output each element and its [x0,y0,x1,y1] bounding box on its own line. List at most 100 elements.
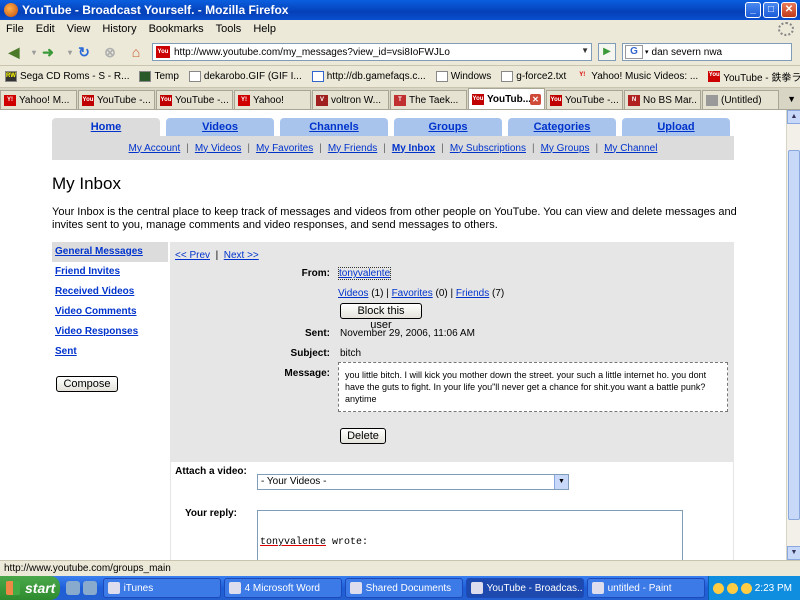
url-bar[interactable]: You http://www.youtube.com/my_messages?v… [152,43,592,61]
stop-icon[interactable]: ⊗ [100,42,120,62]
from-user-link[interactable]: tonyvalente [338,267,392,280]
subject-value: bitch [340,348,362,359]
prev-link[interactable]: << Prev [175,250,210,261]
your-videos-select[interactable]: - Your Videos - ▼ [257,474,569,490]
tab-categories[interactable]: Categories [508,118,616,136]
bookmark-item[interactable]: Y! Yahoo! Music Videos: ... [571,71,703,82]
browser-tab[interactable]: You YouTub... ✕ [468,88,545,109]
friends-link[interactable]: Friends [456,288,489,299]
sub-nav-my-groups[interactable]: My Groups [535,143,596,154]
taskbar-task[interactable]: iTunes [102,578,221,598]
browser-tab[interactable]: Y! Yahoo! M... [0,90,77,109]
delete-button[interactable]: Delete [340,428,386,444]
scroll-up-icon[interactable]: ▲ [787,110,800,124]
task-icon [591,582,604,594]
browser-tab[interactable]: T The Taek... [390,90,467,109]
close-icon[interactable]: ✕ [781,2,797,18]
menu-edit[interactable]: Edit [30,23,61,35]
compose-button[interactable]: Compose [56,376,118,392]
tab-videos[interactable]: Videos [166,118,274,136]
browser-tab[interactable]: Vvoltron W... [312,90,389,109]
status-bar: http://www.youtube.com/groups_main [0,560,800,576]
taskbar-task[interactable]: untitled - Paint [586,578,705,598]
tray-icon[interactable] [712,582,724,594]
start-button[interactable]: start [0,576,60,600]
minimize-icon[interactable]: _ [745,2,761,18]
search-bar[interactable]: G ▾ dan severn nwa [622,43,792,61]
scroll-thumb[interactable] [788,150,800,520]
taskbar-task[interactable]: Shared Documents [344,578,463,598]
sub-nav-my-friends[interactable]: My Friends [322,143,383,154]
bookmark-item[interactable]: Temp [134,71,183,82]
reload-icon[interactable]: ↻ [74,42,94,62]
sender-stats: Videos (1) | Favorites (0) | Friends (7) [338,288,505,299]
forward-icon[interactable]: ➜ [38,42,58,62]
browser-tab[interactable]: You YouTube -... [156,90,233,109]
menu-file[interactable]: File [0,23,30,35]
block-user-button[interactable]: Block this user [340,303,422,331]
browser-tab[interactable]: You YouTube -... [546,90,623,109]
videos-link[interactable]: Videos [338,288,368,299]
menu-history[interactable]: History [96,23,142,35]
scroll-down-icon[interactable]: ▼ [787,546,800,560]
quick-launch-icon[interactable] [82,581,97,595]
menu-tools[interactable]: Tools [210,23,248,35]
tab-label: (Untitled) [721,94,762,106]
back-icon[interactable]: ◀ [4,42,24,62]
window-title-bar[interactable]: YouTube - Broadcast Yourself. - Mozilla … [0,0,800,20]
google-search-engine-icon[interactable]: G [625,45,643,59]
bookmark-item[interactable]: Windows [431,71,497,82]
taskbar-task[interactable]: YouTube - Broadcas... [465,578,584,598]
menu-bookmarks[interactable]: Bookmarks [143,23,210,35]
close-tab-icon[interactable]: ✕ [530,93,541,105]
menu-help[interactable]: Help [247,23,282,35]
menu-view[interactable]: View [61,23,97,35]
bookmark-label: Windows [450,71,492,82]
browser-tab[interactable]: N No BS Mar... [624,90,701,109]
sent-value: November 29, 2006, 11:06 AM [340,328,475,339]
sub-nav-my-favorites[interactable]: My Favorites [250,143,319,154]
tab-list-dropdown-icon[interactable]: ▼ [787,94,796,104]
sub-nav-my-account[interactable]: My Account [123,143,187,154]
bookmark-item[interactable]: http://db.gamefaqs.c... [307,71,431,82]
next-link[interactable]: Next >> [224,250,259,261]
tray-icon[interactable] [740,582,752,594]
chevron-down-icon[interactable]: ▼ [554,475,568,489]
tray-icon[interactable] [726,582,738,594]
bookmark-item[interactable]: g-force2.txt [496,71,571,82]
quick-launch-icon[interactable] [65,581,80,595]
browser-tab[interactable]: You YouTube -... [78,90,155,109]
sidebar-item-video-responses[interactable]: Video Responses [52,322,168,342]
maximize-icon[interactable]: □ [763,2,779,18]
sub-nav-my-videos[interactable]: My Videos [189,143,248,154]
tab-channels[interactable]: Channels [280,118,388,136]
go-icon[interactable]: ▶ [598,43,616,61]
bookmark-item[interactable]: dekarobo.GIF (GIF I... [184,71,307,82]
reply-textarea[interactable]: tonyvalente wrote: [257,510,683,560]
home-icon[interactable]: ⌂ [126,42,146,62]
sidebar-item-friend-invites[interactable]: Friend Invites [52,262,168,282]
tab-upload[interactable]: Upload [622,118,730,136]
browser-tab[interactable]: Y! Yahoo! [234,90,311,109]
sidebar-item-video-comments[interactable]: Video Comments [52,302,168,322]
sub-nav-my-inbox[interactable]: My Inbox [386,143,441,154]
sidebar-item-received-videos[interactable]: Received Videos [52,282,168,302]
firefox-icon [4,3,18,17]
page-content: Home Videos Channels Groups Categories U… [0,110,786,560]
tab-groups[interactable]: Groups [394,118,502,136]
favorites-link[interactable]: Favorites [392,288,433,299]
sub-nav-my-channel[interactable]: My Channel [598,143,663,154]
url-dropdown-icon[interactable]: ▼ [581,46,589,55]
sidebar-item-general-messages[interactable]: General Messages [52,242,168,262]
page-scrollbar[interactable]: ▲ ▼ [786,110,800,560]
sidebar-item-sent[interactable]: Sent [52,342,168,362]
task-icon [349,582,362,594]
tab-home[interactable]: Home [52,118,160,136]
engine-dropdown-icon[interactable]: ▾ [645,48,649,56]
bookmark-item[interactable]: RW Sega CD Roms - S - R... [0,71,134,82]
search-input[interactable]: dan severn nwa [652,47,723,58]
bookmark-item[interactable]: YouYouTube - 鉄拳ライガ... [703,69,800,84]
taskbar-task[interactable]: 4 Microsoft Word [223,578,342,598]
browser-tab[interactable]: (Untitled) [702,90,779,109]
sub-nav-my-subscriptions[interactable]: My Subscriptions [444,143,532,154]
